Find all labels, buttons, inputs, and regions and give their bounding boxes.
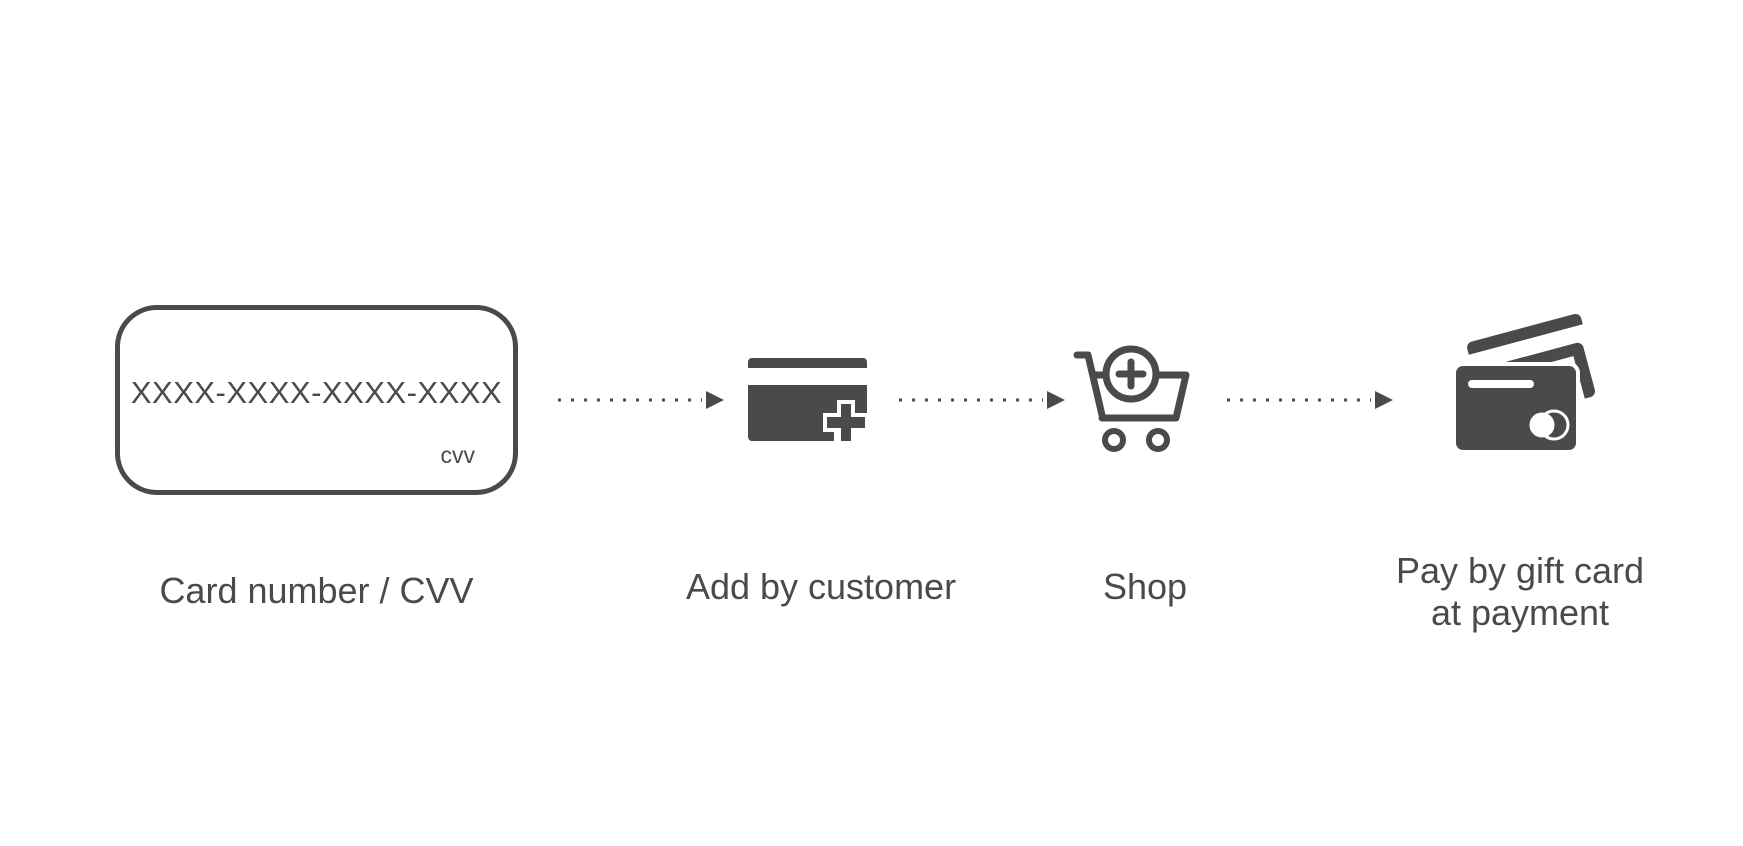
card-add-icon — [748, 358, 869, 445]
dotted-arrow-2 — [899, 391, 1065, 409]
dotted-arrow-1 — [558, 391, 724, 409]
card-number-placeholder: XXXX-XXXX-XXXX-XXXX — [130, 375, 503, 410]
step-label-add-by-customer: Add by customer — [685, 566, 957, 607]
dotted-arrow-3 — [1227, 391, 1393, 409]
step-label-pay-by-gift-card: Pay by gift card at payment — [1360, 550, 1680, 634]
gift-card-outline: XXXX-XXXX-XXXX-XXXX cvv — [115, 305, 518, 495]
step-label-card-number: Card number / CVV — [159, 570, 474, 611]
step-label-pay-line-1: Pay by gift card — [1395, 550, 1645, 591]
shopping-cart-add-icon — [1073, 345, 1190, 452]
credit-cards-icon — [1452, 313, 1596, 454]
card-cvv-text: cvv — [440, 442, 476, 468]
step-label-shop: Shop — [1102, 566, 1188, 607]
flow-diagram: XXXX-XXXX-XXXX-XXXX cvv Card number / CV… — [0, 0, 1743, 846]
step-label-pay-line-2: at payment — [1430, 592, 1610, 633]
